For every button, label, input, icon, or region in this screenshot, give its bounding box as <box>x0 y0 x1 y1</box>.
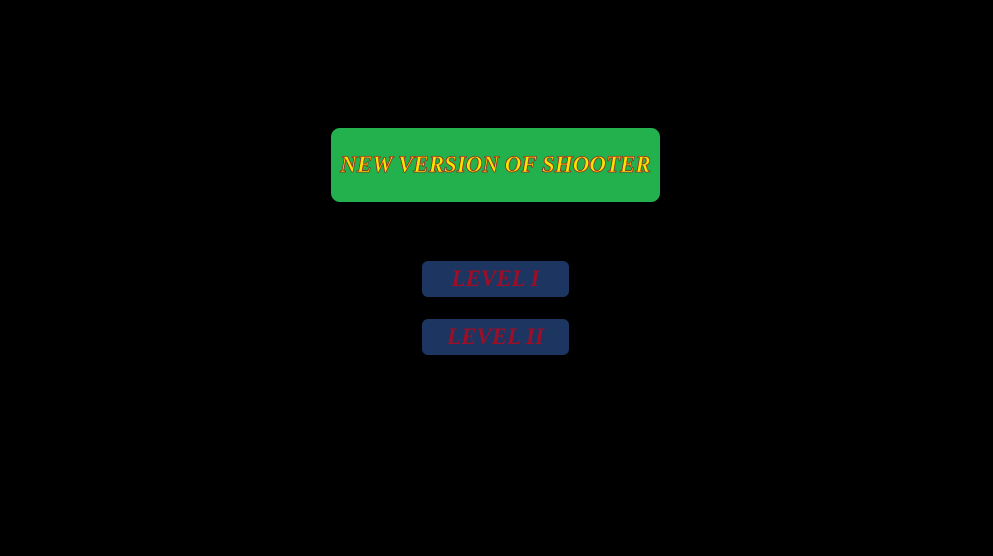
game-title: NEW VERSION OF SHOOTER <box>340 152 651 178</box>
game-menu-screen: NEW VERSION OF SHOOTER LEVEL I LEVEL II <box>0 0 993 556</box>
level-1-button[interactable]: LEVEL I <box>422 261 569 297</box>
level-2-button[interactable]: LEVEL II <box>422 319 569 355</box>
level-2-label: LEVEL II <box>447 324 544 349</box>
title-banner: NEW VERSION OF SHOOTER <box>331 128 660 202</box>
level-1-label: LEVEL I <box>451 266 540 291</box>
